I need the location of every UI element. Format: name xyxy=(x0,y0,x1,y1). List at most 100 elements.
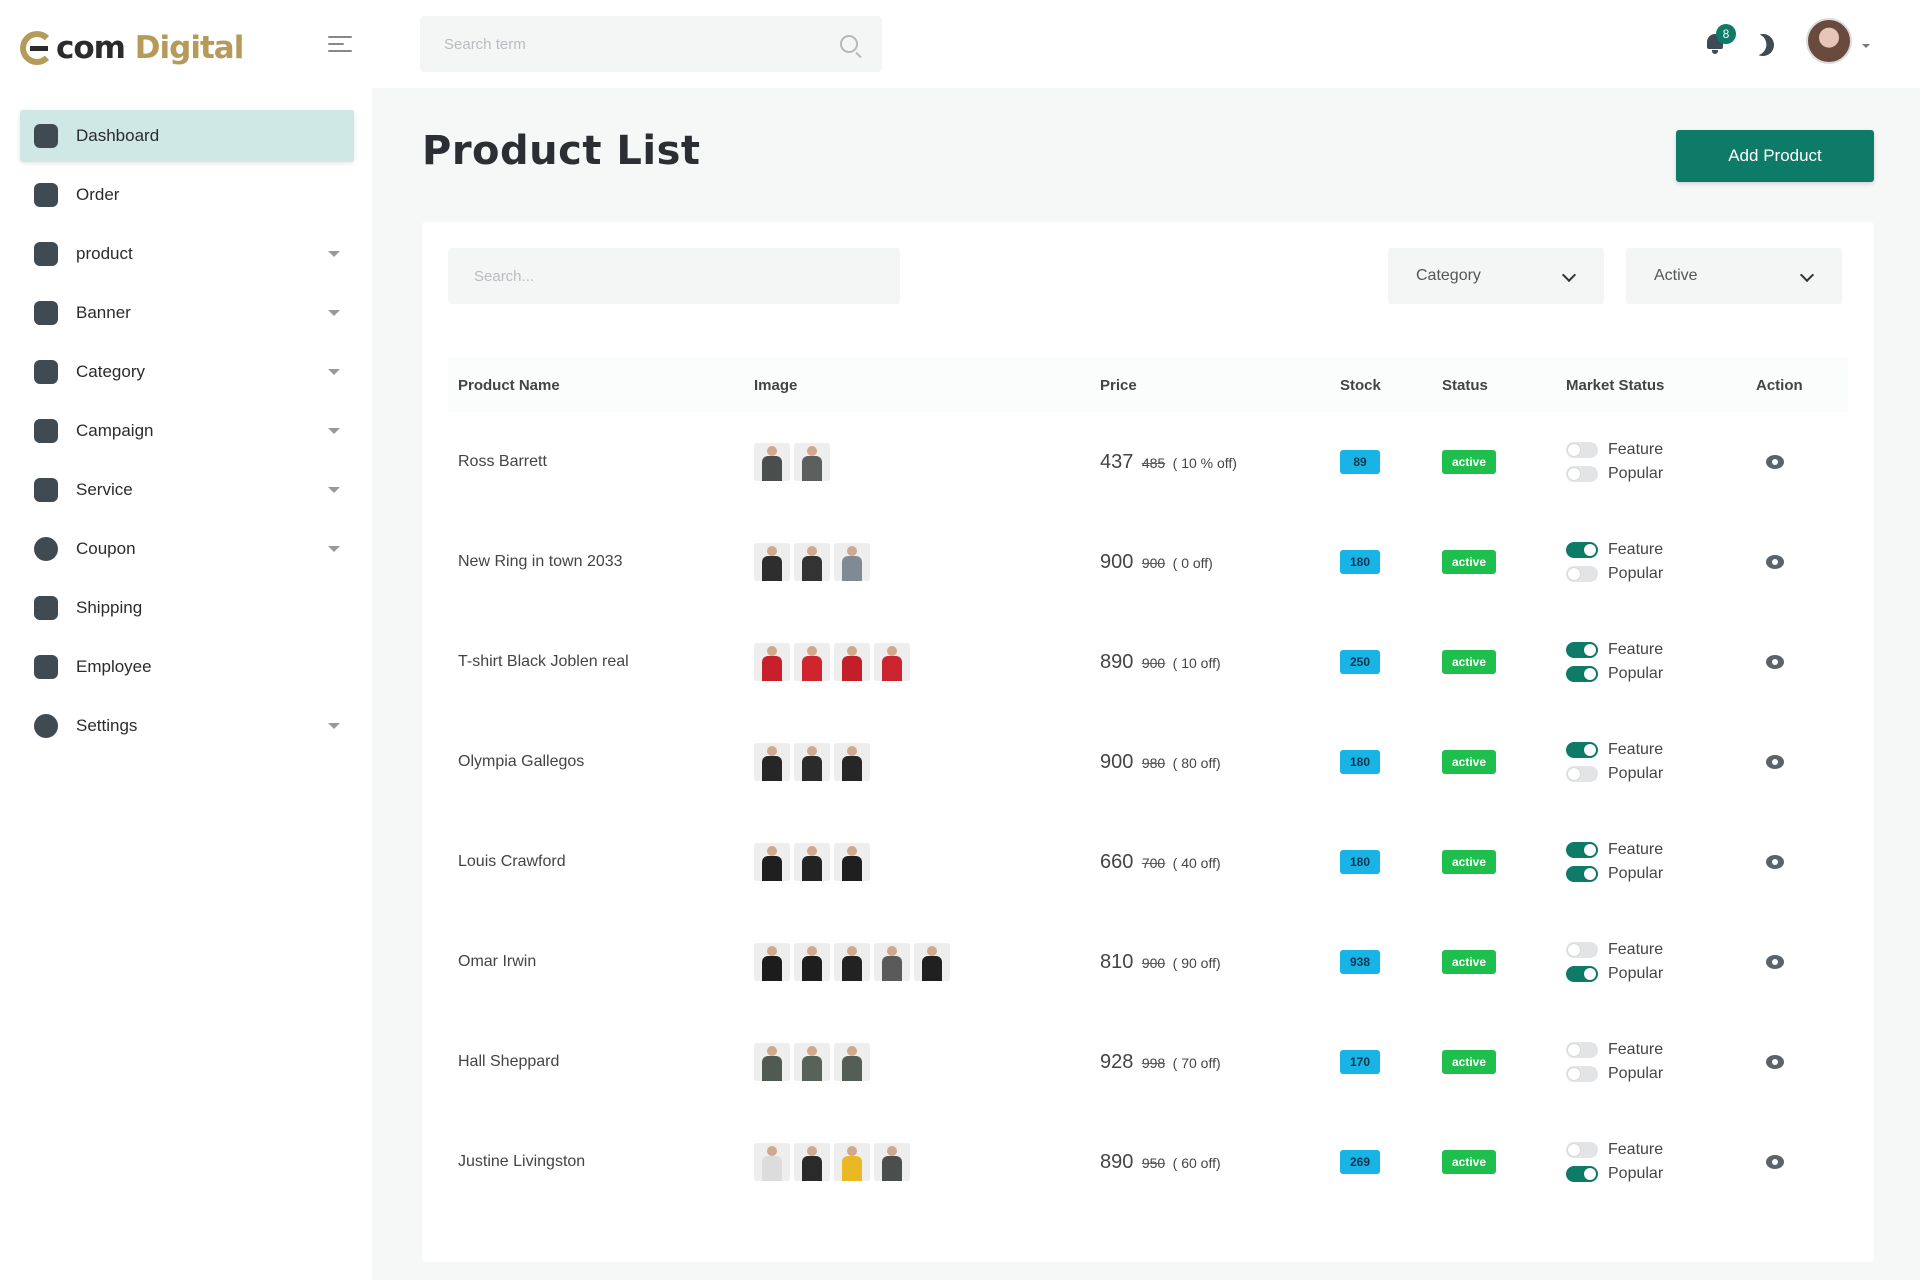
popular-toggle[interactable] xyxy=(1566,1066,1598,1082)
product-thumbnail[interactable] xyxy=(794,743,830,781)
product-thumbnail[interactable] xyxy=(874,1143,910,1181)
product-thumbnail[interactable] xyxy=(834,1143,870,1181)
product-thumbnail[interactable] xyxy=(794,1043,830,1081)
stock-badge: 180 xyxy=(1340,550,1380,574)
caret-down-icon[interactable] xyxy=(328,369,340,375)
popular-toggle[interactable] xyxy=(1566,566,1598,582)
popular-toggle[interactable] xyxy=(1566,966,1598,982)
old-price: 700 xyxy=(1141,854,1166,871)
status-select[interactable]: Active xyxy=(1626,248,1842,304)
product-images xyxy=(754,943,1090,981)
product-thumbnail[interactable] xyxy=(754,1143,790,1181)
popular-toggle[interactable] xyxy=(1566,666,1598,682)
sidebar-item-shipping[interactable]: Shipping xyxy=(20,582,354,634)
caret-down-icon[interactable] xyxy=(328,251,340,257)
sidebar-item-product[interactable]: product xyxy=(20,228,354,280)
product-thumbnail[interactable] xyxy=(834,643,870,681)
feature-toggle[interactable] xyxy=(1566,442,1598,458)
product-thumbnail[interactable] xyxy=(834,943,870,981)
sidebar-item-coupon[interactable]: Coupon xyxy=(20,523,354,575)
product-thumbnail[interactable] xyxy=(834,743,870,781)
old-price: 950 xyxy=(1141,1154,1166,1171)
sidebar-item-service[interactable]: Service xyxy=(20,464,354,516)
product-thumbnail[interactable] xyxy=(834,843,870,881)
sidebar-item-campaign[interactable]: Campaign xyxy=(20,405,354,457)
popular-toggle[interactable] xyxy=(1566,1166,1598,1182)
eye-icon[interactable] xyxy=(1766,855,1784,869)
global-search-input[interactable] xyxy=(444,35,840,53)
feature-toggle[interactable] xyxy=(1566,742,1598,758)
feature-toggle[interactable] xyxy=(1566,842,1598,858)
sidebar-item-employee[interactable]: Employee xyxy=(20,641,354,693)
feature-toggle[interactable] xyxy=(1566,1142,1598,1158)
product-thumbnail[interactable] xyxy=(914,943,950,981)
product-thumbnail[interactable] xyxy=(754,943,790,981)
product-thumbnail[interactable] xyxy=(794,1143,830,1181)
eye-icon[interactable] xyxy=(1766,655,1784,669)
medkit-icon xyxy=(34,478,58,502)
feature-toggle[interactable] xyxy=(1566,542,1598,558)
status-badge: active xyxy=(1442,550,1497,574)
product-thumbnail[interactable] xyxy=(794,443,830,481)
product-thumbnail[interactable] xyxy=(754,743,790,781)
caret-down-icon[interactable] xyxy=(328,310,340,316)
add-product-button[interactable]: Add Product xyxy=(1676,130,1874,182)
feature-toggle[interactable] xyxy=(1566,642,1598,658)
eye-icon[interactable] xyxy=(1766,455,1784,469)
cart-icon xyxy=(34,183,58,207)
discount: ( 60 off) xyxy=(1172,1154,1221,1171)
chevron-down-icon xyxy=(1799,267,1815,283)
sidebar-item-settings[interactable]: Settings xyxy=(20,700,354,752)
product-thumbnail[interactable] xyxy=(794,943,830,981)
avatar[interactable] xyxy=(1806,18,1852,64)
notification-badge: 8 xyxy=(1716,24,1736,44)
product-thumbnail[interactable] xyxy=(834,1043,870,1081)
sidebar-item-order[interactable]: Order xyxy=(20,169,354,221)
product-thumbnail[interactable] xyxy=(754,843,790,881)
product-thumbnail[interactable] xyxy=(874,643,910,681)
product-name: Omar Irwin xyxy=(458,953,537,970)
sidebar-item-banner[interactable]: Banner xyxy=(20,287,354,339)
logo-text-primary: com xyxy=(56,30,126,66)
product-search-input[interactable] xyxy=(448,248,900,304)
eye-icon[interactable] xyxy=(1766,755,1784,769)
col-market-status: Market Status xyxy=(1556,358,1746,412)
caret-down-icon[interactable] xyxy=(328,428,340,434)
product-images xyxy=(754,843,1090,881)
chevron-down-icon[interactable] xyxy=(1862,44,1870,48)
status-badge: active xyxy=(1442,1050,1497,1074)
menu-collapse-icon[interactable] xyxy=(328,36,352,56)
feature-label: Feature xyxy=(1608,741,1664,758)
product-thumbnail[interactable] xyxy=(754,1043,790,1081)
status-select-value: Active xyxy=(1654,267,1698,284)
product-thumbnail[interactable] xyxy=(794,843,830,881)
product-thumbnail[interactable] xyxy=(754,543,790,581)
product-thumbnail[interactable] xyxy=(754,443,790,481)
moon-icon[interactable] xyxy=(1749,31,1777,59)
product-thumbnail[interactable] xyxy=(874,943,910,981)
feature-toggle[interactable] xyxy=(1566,942,1598,958)
caret-down-icon[interactable] xyxy=(328,487,340,493)
logo-icon xyxy=(20,31,54,65)
product-thumbnail[interactable] xyxy=(794,643,830,681)
popular-toggle[interactable] xyxy=(1566,766,1598,782)
sidebar-item-category[interactable]: Category xyxy=(20,346,354,398)
feature-label: Feature xyxy=(1608,1141,1664,1158)
product-thumbnail[interactable] xyxy=(834,543,870,581)
popular-toggle[interactable] xyxy=(1566,466,1598,482)
eye-icon[interactable] xyxy=(1766,1155,1784,1169)
caret-down-icon[interactable] xyxy=(328,723,340,729)
eye-icon[interactable] xyxy=(1766,1055,1784,1069)
chevron-down-icon xyxy=(1561,267,1577,283)
popular-toggle[interactable] xyxy=(1566,866,1598,882)
search-icon[interactable] xyxy=(840,35,858,53)
category-select[interactable]: Category xyxy=(1388,248,1604,304)
eye-icon[interactable] xyxy=(1766,955,1784,969)
sidebar-item-dashboard[interactable]: Dashboard xyxy=(20,110,354,162)
brand-logo[interactable]: com Digital xyxy=(20,30,244,66)
product-thumbnail[interactable] xyxy=(794,543,830,581)
eye-icon[interactable] xyxy=(1766,555,1784,569)
product-thumbnail[interactable] xyxy=(754,643,790,681)
feature-toggle[interactable] xyxy=(1566,1042,1598,1058)
caret-down-icon[interactable] xyxy=(328,546,340,552)
